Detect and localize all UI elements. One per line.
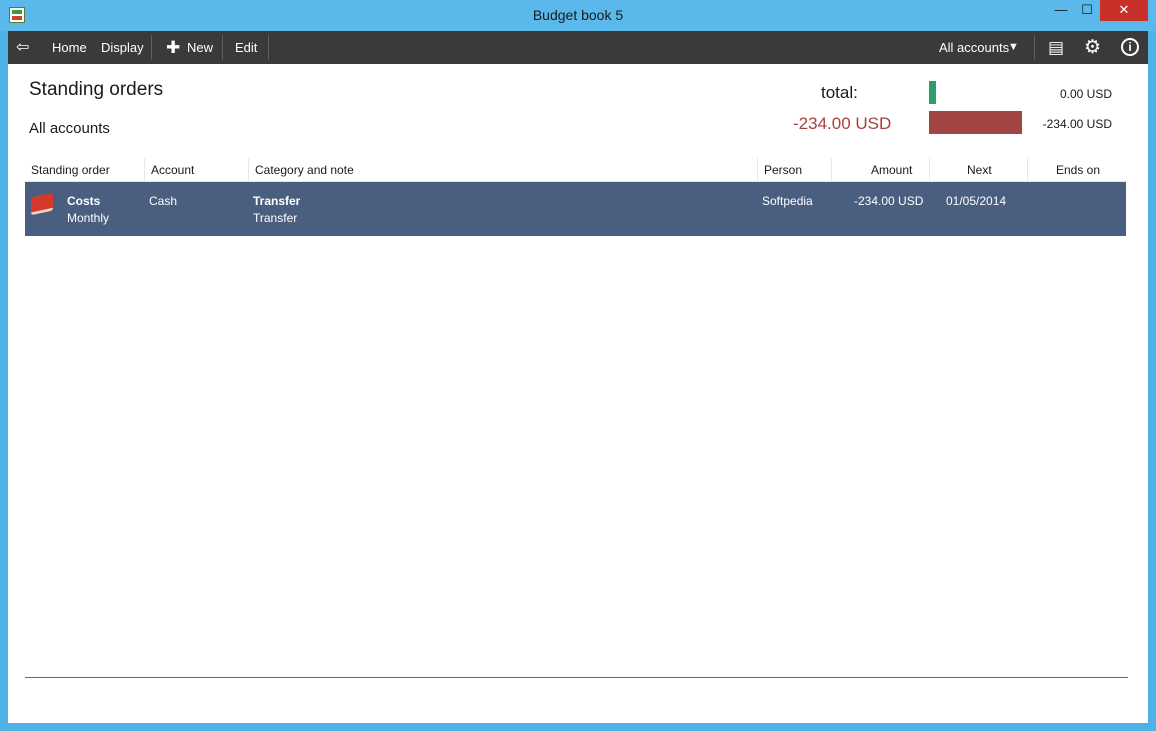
amount-cell: -234.00 USD: [854, 194, 924, 208]
minimize-button[interactable]: —: [1048, 0, 1074, 21]
note-cell: Transfer: [253, 211, 298, 225]
standing-order-interval: Monthly: [67, 211, 110, 225]
window-title: Budget book 5: [532, 7, 624, 23]
standing-order-name: Costs: [67, 194, 101, 208]
back-arrow-icon[interactable]: ⇦: [16, 31, 36, 64]
page-subtitle: All accounts: [29, 120, 110, 137]
window-titlebar: Budget book 5 — ☐ ✕: [0, 0, 1156, 31]
maximize-button[interactable]: ☐: [1074, 0, 1100, 21]
home-button[interactable]: Home: [52, 31, 87, 64]
column-divider: [144, 158, 145, 182]
column-header-amount[interactable]: Amount: [871, 158, 912, 182]
column-header-standing-order[interactable]: Standing order: [31, 158, 110, 182]
toolbar-divider: [268, 35, 269, 60]
main-window: ⇦ Home Display ✚ New Edit All accounts ▼…: [8, 31, 1148, 723]
account-cell: Cash: [149, 194, 178, 208]
column-header-ends-on[interactable]: Ends on: [1056, 158, 1100, 182]
book-icon[interactable]: ▤: [1048, 31, 1064, 64]
toolbar-divider: [151, 35, 152, 60]
book-icon: [31, 192, 53, 216]
person-cell: Softpedia: [762, 194, 813, 208]
column-divider: [831, 158, 832, 182]
new-button[interactable]: New: [187, 31, 213, 64]
negative-balance-bar: [929, 111, 1022, 134]
footer-divider: [25, 677, 1128, 678]
toolbar-divider: [1034, 35, 1035, 60]
negative-balance-value: -234.00 USD: [1042, 117, 1112, 131]
account-selector[interactable]: All accounts: [939, 31, 1009, 64]
page-title: Standing orders: [29, 79, 164, 100]
info-icon[interactable]: i: [1121, 38, 1139, 56]
column-header-person[interactable]: Person: [764, 158, 802, 182]
table-row[interactable]: Costs Monthly Cash Transfer Transfer Sof…: [25, 182, 1126, 236]
column-header-category[interactable]: Category and note: [255, 158, 354, 182]
plus-icon[interactable]: ✚: [166, 31, 180, 64]
column-header-account[interactable]: Account: [151, 158, 194, 182]
next-date-cell: 01/05/2014: [946, 194, 1007, 208]
column-divider: [1027, 158, 1028, 182]
chevron-down-icon[interactable]: ▼: [1008, 31, 1019, 64]
close-button[interactable]: ✕: [1100, 0, 1148, 21]
negative-total: -234.00 USD: [793, 114, 892, 133]
toolbar: ⇦ Home Display ✚ New Edit All accounts ▼…: [8, 31, 1148, 64]
toolbar-divider: [222, 35, 223, 60]
positive-balance-bar: [929, 81, 936, 104]
edit-button[interactable]: Edit: [235, 31, 257, 64]
category-cell: Transfer: [253, 194, 301, 208]
display-button[interactable]: Display: [101, 31, 144, 64]
table-header: Standing order Account Category and note…: [25, 158, 1126, 182]
column-divider: [248, 158, 249, 182]
column-header-next[interactable]: Next: [967, 158, 992, 182]
positive-balance-value: 0.00 USD: [1059, 87, 1112, 101]
column-divider: [757, 158, 758, 182]
column-divider: [929, 158, 930, 182]
total-label: total:: [821, 83, 858, 102]
gear-icon[interactable]: ⚙: [1084, 31, 1101, 64]
